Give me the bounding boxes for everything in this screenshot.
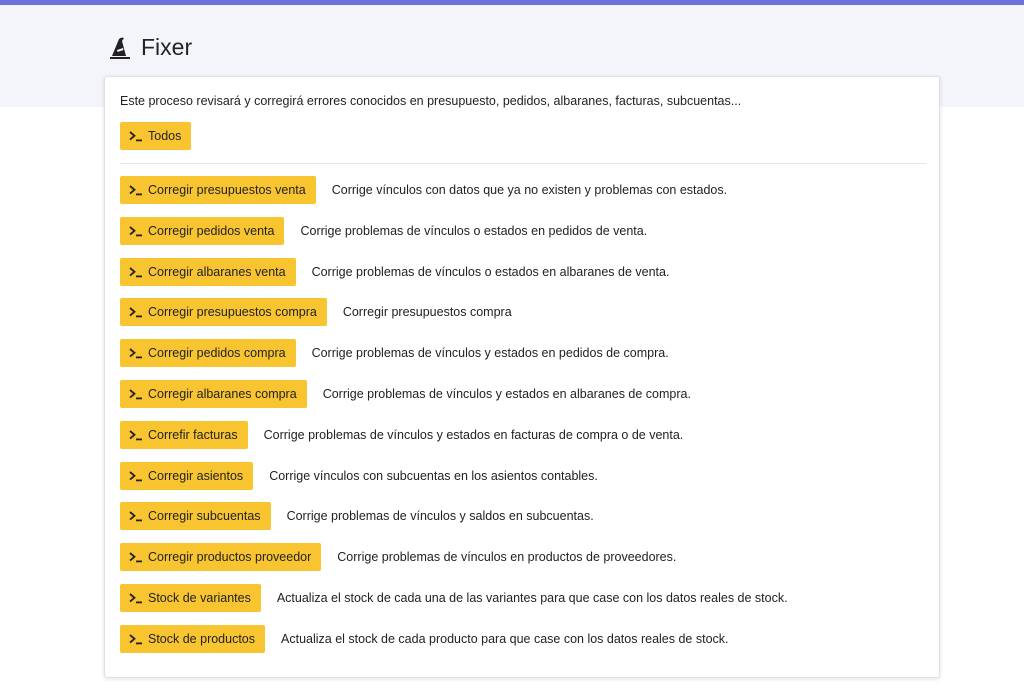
divider	[120, 163, 926, 164]
action-description: Corrige problemas de vínculos o estados …	[300, 224, 648, 238]
terminal-icon	[129, 510, 143, 522]
terminal-icon	[129, 306, 143, 318]
action-button-label: Stock de productos	[148, 632, 256, 646]
action-row: Corregir albaranes venta Corrige problema…	[120, 258, 669, 286]
action-description: Corrige problemas de vínculos y saldos e…	[286, 509, 594, 523]
action-button-label: Corregir asientos	[148, 469, 244, 483]
terminal-icon	[129, 130, 143, 142]
action-button-label: Corregir albaranes compra	[148, 387, 297, 401]
action-button[interactable]: Corregir pedidos compra	[120, 339, 296, 367]
action-button-label: Corregir presupuestos compra	[148, 305, 317, 319]
terminal-icon	[129, 347, 143, 359]
action-row: Stock de variantes Actualiza el stock de …	[120, 584, 788, 612]
action-row: Corregir presupuestos venta Corrige víncu…	[120, 176, 727, 204]
terminal-icon	[129, 592, 143, 604]
action-row: Correfir facturas Corrige problemas de ví…	[120, 421, 683, 449]
action-description: Corrige problemas de vínculos y estados …	[311, 346, 669, 360]
action-button-label: Stock de variantes	[148, 591, 251, 605]
action-description: Actualiza el stock de cada una de las va…	[276, 591, 788, 605]
action-button[interactable]: Corregir presupuestos compra	[120, 298, 327, 326]
action-description: Corrige problemas de vínculos o estados …	[311, 265, 670, 279]
action-description: Corrige problemas de vínculos en product…	[337, 550, 677, 564]
action-button[interactable]: Corregir productos proveedor	[120, 543, 322, 571]
action-row: Corregir subcuentas Corrige problemas de …	[120, 502, 594, 530]
action-description: Corrige vínculos con datos que ya no exi…	[331, 183, 728, 197]
wizard-hat-icon	[107, 35, 133, 61]
action-button[interactable]: Corregir subcuentas	[120, 502, 271, 530]
intro-text: Este proceso revisará y corregirá errore…	[120, 94, 742, 108]
terminal-icon	[129, 470, 143, 482]
terminal-icon	[129, 184, 143, 196]
action-button[interactable]: Corregir presupuestos venta	[120, 176, 316, 204]
action-button-label: Corregir pedidos compra	[148, 346, 286, 360]
action-button-label: Corregir subcuentas	[148, 509, 261, 523]
action-button[interactable]: Corregir pedidos venta	[120, 217, 285, 245]
action-row: Stock de productos Actualiza el stock de …	[120, 625, 729, 653]
terminal-icon	[129, 429, 143, 441]
fixer-card: Este proceso revisará y corregirá errore…	[104, 76, 940, 678]
action-button-label: Corregir productos proveedor	[148, 550, 312, 564]
action-row: Corregir albaranes compra Corrige problem…	[120, 380, 691, 408]
run-all-button-label: Todos	[148, 129, 182, 143]
action-button[interactable]: Stock de variantes	[120, 584, 261, 612]
action-button-label: Corregir presupuestos venta	[148, 183, 306, 197]
action-button-label: Correfir facturas	[148, 428, 238, 442]
run-all-button[interactable]: Todos	[120, 122, 192, 150]
action-button[interactable]: Correfir facturas	[120, 421, 248, 449]
terminal-icon	[129, 266, 143, 278]
action-button-label: Corregir pedidos venta	[148, 224, 275, 238]
terminal-icon	[129, 225, 143, 237]
action-row: Corregir asientos Corrige vínculos con su…	[120, 462, 598, 490]
action-button[interactable]: Corregir asientos	[120, 462, 254, 490]
action-description: Corrige problemas de vínculos y estados …	[322, 387, 691, 401]
action-button[interactable]: Corregir albaranes compra	[120, 380, 307, 408]
page-title-text: Fixer	[141, 34, 193, 60]
action-button-label: Corregir albaranes venta	[148, 265, 286, 279]
action-button[interactable]: Corregir albaranes venta	[120, 258, 296, 286]
action-description: Corrige vínculos con subcuentas en los a…	[269, 469, 598, 483]
terminal-icon	[129, 551, 143, 563]
action-row: Corregir pedidos compra Corrige problemas…	[120, 339, 669, 367]
action-row: Corregir pedidos venta Corrige problemas …	[120, 217, 647, 245]
action-row: Corregir productos proveedor Corrige prob…	[120, 543, 676, 571]
terminal-icon	[129, 388, 143, 400]
action-description: Corrige problemas de vínculos y estados …	[263, 428, 684, 442]
action-description: Corregir presupuestos compra	[342, 305, 512, 319]
action-button[interactable]: Stock de productos	[120, 625, 266, 653]
all-row: Todos	[120, 122, 192, 150]
page-title: Fixer	[107, 34, 192, 61]
action-description: Actualiza el stock de cada producto para…	[281, 632, 729, 646]
action-row: Corregir presupuestos compra Corregir pre…	[120, 298, 512, 326]
terminal-icon	[129, 633, 143, 645]
